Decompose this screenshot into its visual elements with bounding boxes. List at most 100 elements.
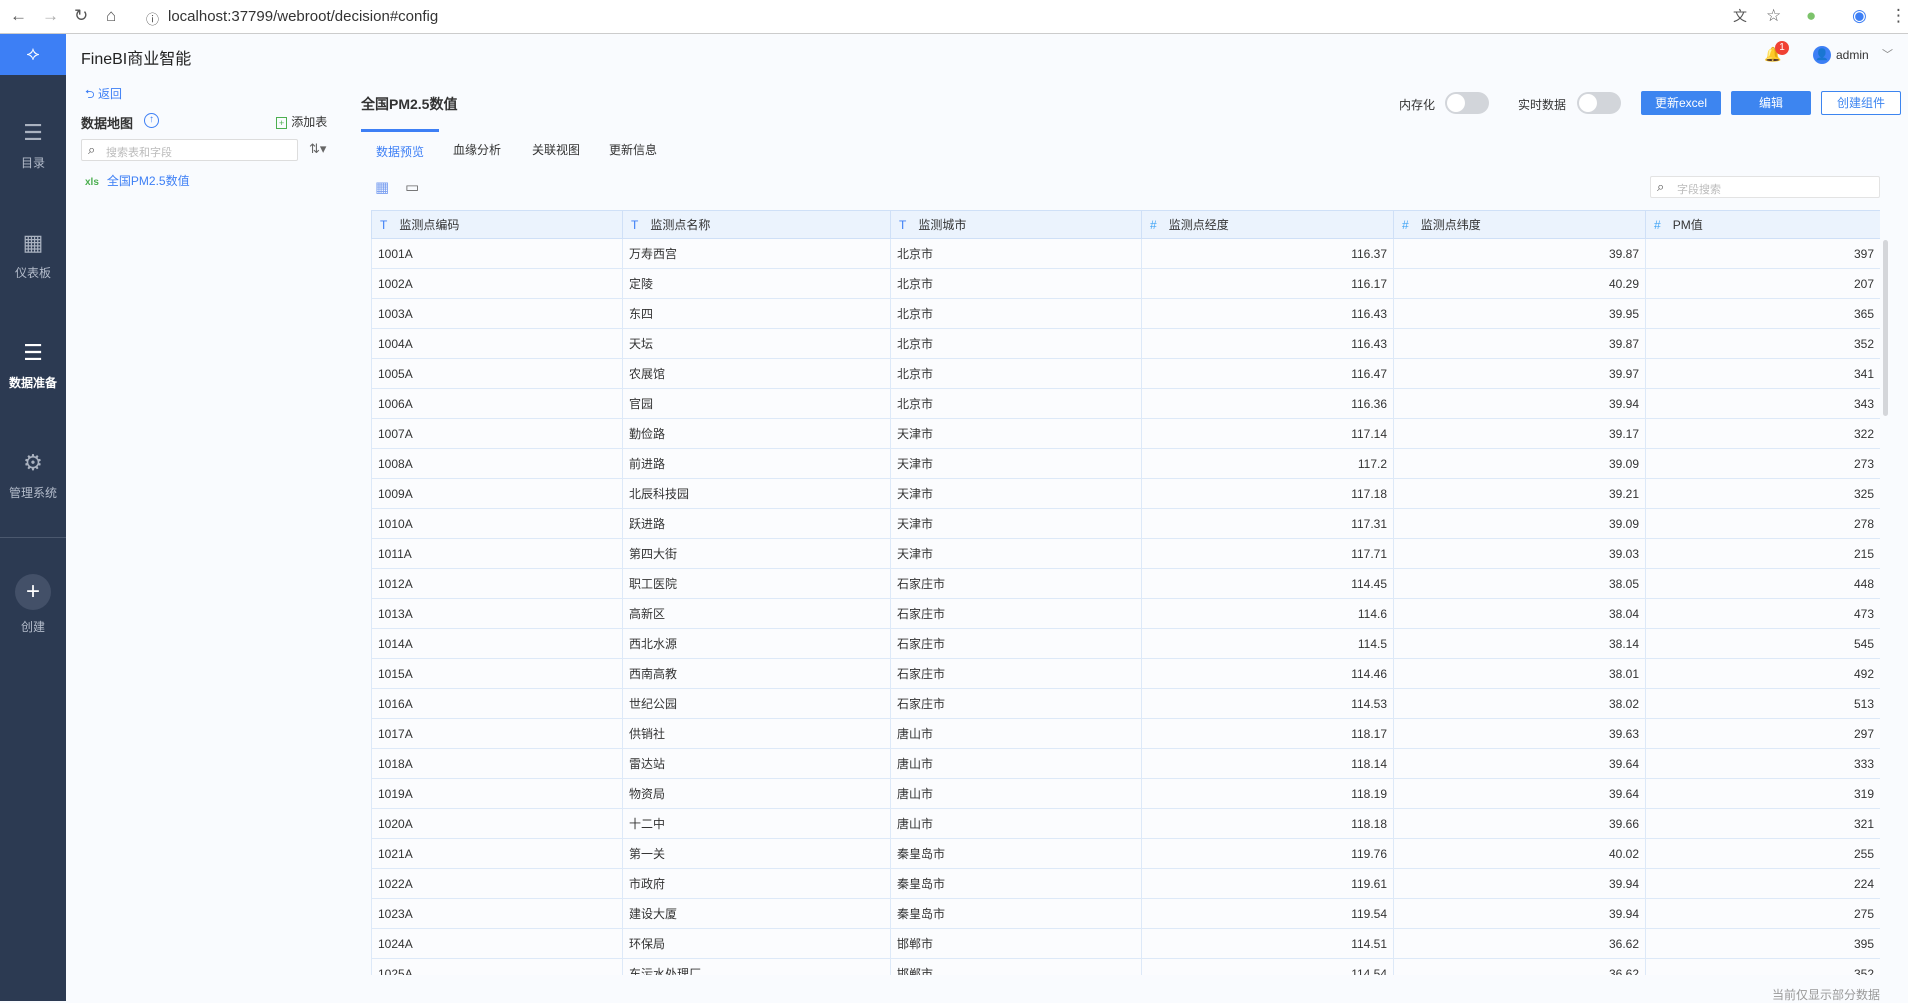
reload-icon[interactable]: ↻ bbox=[74, 6, 88, 26]
nav-label: 数据准备 bbox=[8, 376, 57, 390]
table-cell: 1012A bbox=[371, 568, 623, 599]
page-title: 全国PM2.5数值 bbox=[361, 96, 458, 112]
scrollbar[interactable] bbox=[1883, 240, 1888, 416]
update-excel-button[interactable]: 更新excel bbox=[1641, 91, 1721, 115]
add-table-button[interactable]: + 添加表 bbox=[276, 113, 327, 130]
table-cell: 北京市 bbox=[890, 388, 1142, 419]
table-cell: 333 bbox=[1645, 748, 1880, 779]
nav-item-create[interactable]: + 创建 bbox=[0, 574, 66, 635]
column-name: 监测点编码 bbox=[399, 218, 460, 232]
translate-icon[interactable]: ⽂ bbox=[1733, 6, 1747, 26]
search-icon: ⌕ bbox=[88, 142, 96, 157]
table-cell: 1024A bbox=[371, 928, 623, 959]
edit-button[interactable]: 编辑 bbox=[1731, 91, 1811, 115]
table-cell: 建设大厦 bbox=[622, 898, 891, 929]
table-cell: 邯郸市 bbox=[890, 928, 1142, 959]
table-cell: 石家庄市 bbox=[890, 628, 1142, 659]
star-icon[interactable]: ☆ bbox=[1766, 6, 1781, 26]
browser-toolbar: ← → ↻ ⌂ ⓘ localhost:37799/webroot/decisi… bbox=[0, 0, 1908, 34]
table-search-input[interactable]: ⌕ 搜索表和字段 bbox=[81, 139, 298, 161]
table-cell: 492 bbox=[1645, 658, 1880, 689]
user-name[interactable]: admin bbox=[1836, 48, 1869, 62]
table-cell: 职工医院 bbox=[622, 568, 891, 599]
table-cell: 114.6 bbox=[1141, 598, 1394, 629]
detail-view-icon[interactable]: ▭ bbox=[405, 178, 419, 196]
profile-icon[interactable]: ◉ bbox=[1852, 6, 1867, 26]
table-cell: 1018A bbox=[371, 748, 623, 779]
table-cell: 秦皇岛市 bbox=[890, 868, 1142, 899]
tab-lineage[interactable]: 血缘分析 bbox=[453, 141, 501, 158]
column-header[interactable]: # 监测点纬度 bbox=[1393, 210, 1646, 239]
back-arrow-icon[interactable]: ← bbox=[10, 6, 27, 26]
table-cell: 39.03 bbox=[1393, 538, 1646, 569]
table-cell: 321 bbox=[1645, 808, 1880, 839]
upload-icon[interactable]: ↑ bbox=[144, 113, 159, 128]
table-cell: 秦皇岛市 bbox=[890, 898, 1142, 929]
table-cell: 38.04 bbox=[1393, 598, 1646, 629]
create-component-button[interactable]: 创建组件 bbox=[1821, 91, 1901, 115]
forward-arrow-icon[interactable]: → bbox=[42, 6, 59, 26]
table-cell: 跃进路 bbox=[622, 508, 891, 539]
table-cell: 352 bbox=[1645, 958, 1880, 975]
table-cell: 39.17 bbox=[1393, 418, 1646, 449]
home-icon[interactable]: ⌂ bbox=[106, 6, 116, 26]
avatar[interactable]: 👤 bbox=[1813, 46, 1831, 64]
nav-item-data-prep[interactable]: ☰ 数据准备 bbox=[0, 340, 66, 391]
grid-view-icon[interactable]: ▦ bbox=[375, 178, 389, 196]
table-row: 1019A 物资局 唐山市 118.19 39.64 319 bbox=[371, 778, 1880, 809]
field-search-input[interactable]: ⌕ 字段搜索 bbox=[1650, 176, 1880, 198]
table-cell: 119.61 bbox=[1141, 868, 1394, 899]
column-header[interactable]: # 监测点经度 bbox=[1141, 210, 1394, 239]
database-icon: ☰ bbox=[23, 340, 43, 365]
table-cell: 207 bbox=[1645, 268, 1880, 299]
partial-data-note: 当前仅显示部分数据 bbox=[1771, 988, 1880, 1002]
nav-item-admin[interactable]: ⚙ 管理系统 bbox=[0, 450, 66, 501]
table-row: 1021A 第一关 秦皇岛市 119.76 40.02 255 bbox=[371, 838, 1880, 869]
list-item[interactable]: xls 全国PM2.5数值 bbox=[85, 172, 190, 189]
add-table-label: 添加表 bbox=[291, 115, 328, 129]
table-cell: 1002A bbox=[371, 268, 623, 299]
extension-icon[interactable]: ● bbox=[1806, 6, 1816, 26]
table-row: 1005A 农展馆 北京市 116.47 39.97 341 bbox=[371, 358, 1880, 389]
tab-data-preview[interactable]: 数据预览 bbox=[376, 143, 424, 160]
nav-label: 管理系统 bbox=[8, 486, 57, 500]
chevron-down-icon[interactable]: ﹀ bbox=[1882, 46, 1893, 62]
notification-badge: 1 bbox=[1775, 41, 1789, 55]
table-cell: 1005A bbox=[371, 358, 623, 389]
column-header[interactable]: T 监测点编码 bbox=[371, 210, 623, 239]
column-name: 监测点纬度 bbox=[1420, 218, 1481, 232]
table-row: 1004A 天坛 北京市 116.43 39.87 352 bbox=[371, 328, 1880, 359]
table-row: 1022A 市政府 秦皇岛市 119.61 39.94 224 bbox=[371, 868, 1880, 899]
table-cell: 39.95 bbox=[1393, 298, 1646, 329]
menu-icon[interactable]: ⋮ bbox=[1890, 6, 1907, 26]
tab-update-info[interactable]: 更新信息 bbox=[609, 141, 657, 158]
table-cell: 116.36 bbox=[1141, 388, 1394, 419]
column-header[interactable]: T 监测城市 bbox=[890, 210, 1142, 239]
table-row: 1006A 官园 北京市 116.36 39.94 343 bbox=[371, 388, 1880, 419]
table-cell: 448 bbox=[1645, 568, 1880, 599]
nav-item-catalog[interactable]: ☰ 目录 bbox=[0, 120, 66, 171]
back-link[interactable]: ⮌ 返回 bbox=[85, 85, 122, 106]
column-header[interactable]: # PM值 bbox=[1645, 210, 1880, 239]
table-row: 1007A 勤俭路 天津市 117.14 39.17 322 bbox=[371, 418, 1880, 449]
table-cell: 319 bbox=[1645, 778, 1880, 809]
table-cell: 273 bbox=[1645, 448, 1880, 479]
table-row: 1010A 跃进路 天津市 117.31 39.09 278 bbox=[371, 508, 1880, 539]
table-cell: 118.14 bbox=[1141, 748, 1394, 779]
nav-item-dashboard[interactable]: ▦ 仪表板 bbox=[0, 230, 66, 281]
memory-toggle[interactable] bbox=[1445, 92, 1489, 114]
column-header[interactable]: T 监测点名称 bbox=[622, 210, 891, 239]
table-row: 1024A 环保局 邯郸市 114.51 36.62 395 bbox=[371, 928, 1880, 959]
address-bar[interactable]: localhost:37799/webroot/decision#config bbox=[168, 8, 438, 25]
table-row: 1002A 定陵 北京市 116.17 40.29 207 bbox=[371, 268, 1880, 299]
realtime-toggle[interactable] bbox=[1577, 92, 1621, 114]
dashboard-icon: ▦ bbox=[22, 230, 44, 255]
logo-icon[interactable]: ⟡ bbox=[0, 34, 66, 75]
table-cell: 1022A bbox=[371, 868, 623, 899]
sort-icon[interactable]: ⇅▾ bbox=[309, 141, 326, 157]
table-cell: 雷达站 bbox=[622, 748, 891, 779]
nav-divider bbox=[0, 537, 66, 538]
table-cell: 天津市 bbox=[890, 538, 1142, 569]
tab-relation-view[interactable]: 关联视图 bbox=[532, 141, 580, 158]
table-cell: 343 bbox=[1645, 388, 1880, 419]
